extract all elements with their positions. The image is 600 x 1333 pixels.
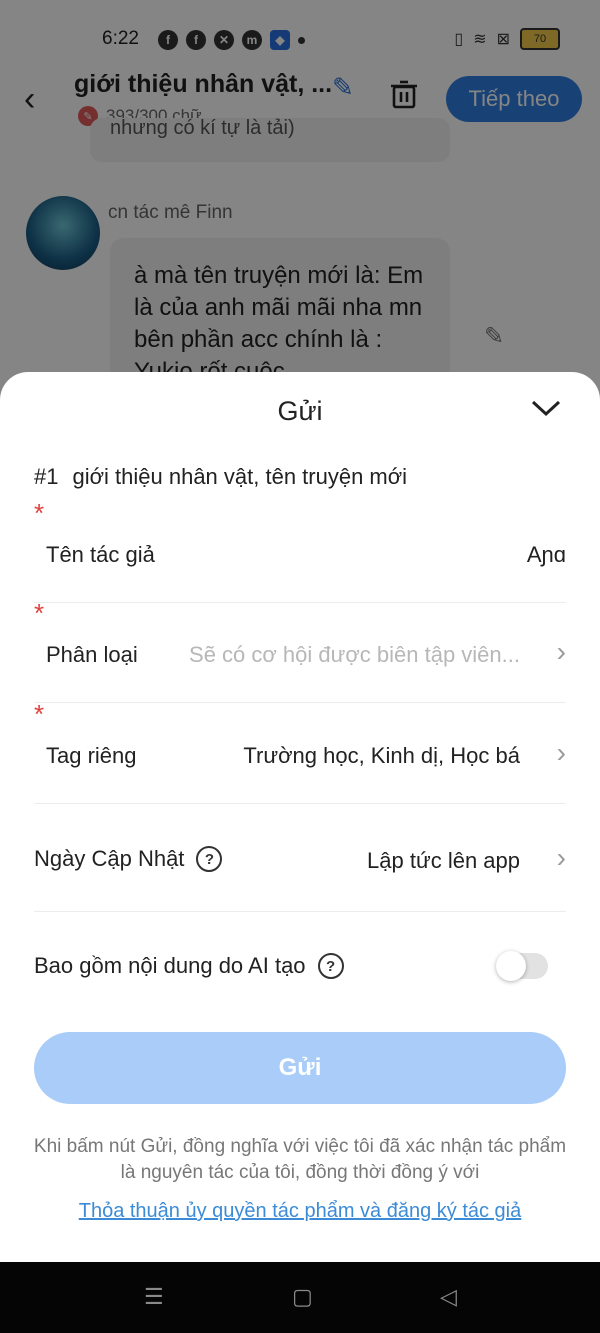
row-label-group: Ngày Cập Nhật ?	[34, 846, 223, 872]
help-icon[interactable]: ?	[196, 846, 223, 872]
ai-content-toggle[interactable]	[496, 951, 548, 981]
sheet-title: Gửi	[277, 396, 323, 426]
tags-value: Trường học, Kinh dị, Học bá	[243, 743, 520, 768]
row-label: Ngày Cập Nhật	[34, 846, 185, 871]
row-label: Phân loại	[46, 642, 138, 667]
disclaimer: Khi bấm nút Gửi, đồng nghĩa với việc tôi…	[0, 1134, 600, 1186]
menu-icon[interactable]: ☰	[144, 1284, 164, 1310]
chapter-heading: #1 giới thiệu nhân vật, tên truyện mới	[34, 464, 407, 490]
row-label: Tên tác giả	[46, 542, 155, 567]
chevron-right-icon: ›	[556, 737, 566, 768]
agreement-link[interactable]: Thỏa thuận ủy quyền tác phẩm và đăng ký …	[0, 1200, 600, 1223]
ai-content-row: Bao gồm nội dung do AI tạo ?	[34, 911, 566, 1021]
required-marker: *	[34, 598, 45, 628]
category-row[interactable]: * Phân loại Sẽ có cơ hội được biên tập v…	[34, 598, 566, 703]
chapter-number: #1	[34, 464, 59, 489]
disclaimer-line: là nguyên tác của tôi, đồng thời đồng ý …	[120, 1162, 480, 1183]
tags-row[interactable]: * Tag riêng Trường học, Kinh dị, Học bá …	[34, 699, 566, 804]
row-label: Tag riêng	[46, 743, 137, 768]
chevron-down-icon[interactable]	[530, 392, 562, 424]
required-marker: *	[34, 699, 45, 729]
author-name-row[interactable]: * Tên tác giả Aɲɑ	[34, 498, 566, 603]
required-marker: *	[34, 498, 45, 528]
help-icon[interactable]: ?	[317, 953, 344, 979]
send-button[interactable]: Gửi	[34, 1032, 566, 1104]
update-date-value: Lập tức lên app	[367, 848, 520, 873]
system-nav-bar: ☰ ▢ ◁	[0, 1262, 600, 1333]
chapter-title: giới thiệu nhân vật, tên truyện mới	[72, 464, 408, 489]
chevron-right-icon: ›	[556, 842, 566, 873]
back-icon[interactable]: ◁	[440, 1284, 457, 1310]
update-date-row[interactable]: Ngày Cập Nhật ? Lập tức lên app ›	[34, 804, 566, 912]
chevron-right-icon: ›	[556, 636, 566, 667]
home-icon[interactable]: ▢	[292, 1284, 313, 1310]
toggle-knob	[496, 951, 526, 981]
submit-bottom-sheet: Gửi #1 giới thiệu nhân vật, tên truyện m…	[0, 372, 600, 1262]
category-placeholder: Sẽ có cơ hội được biên tập viên...	[189, 642, 520, 667]
row-label-group: Bao gồm nội dung do AI tạo ?	[34, 953, 344, 979]
author-name-value: Aɲɑ	[526, 542, 566, 567]
disclaimer-line: Khi bấm nút Gửi, đồng nghĩa với việc tôi…	[33, 1136, 567, 1157]
row-label: Bao gồm nội dung do AI tạo	[34, 953, 306, 978]
